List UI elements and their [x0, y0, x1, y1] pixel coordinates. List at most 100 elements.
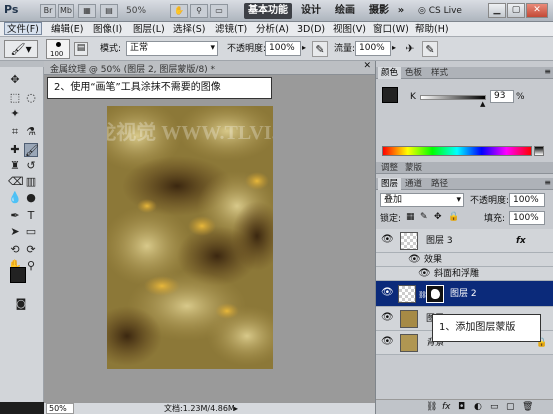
k-value-input[interactable]: 93	[490, 90, 514, 103]
healing-brush-tool-icon[interactable]: ✚	[8, 143, 22, 157]
link-layers-icon[interactable]: ⛓	[426, 402, 437, 412]
tab-masks[interactable]: 蒙版	[402, 162, 425, 174]
menu-3d[interactable]: 3D(D)	[297, 23, 325, 36]
screen-mode-button[interactable]: ▭	[210, 4, 228, 18]
delete-layer-icon[interactable]: 🗑	[522, 402, 533, 412]
brush-tool-icon[interactable]: 🖌	[24, 143, 39, 157]
eraser-tool-icon[interactable]: ⌫	[8, 175, 24, 189]
menu-select[interactable]: 选择(S)	[173, 23, 205, 36]
menu-image[interactable]: 图像(I)	[93, 23, 122, 36]
black-white-ramp[interactable]	[534, 146, 544, 156]
tab-adjustments[interactable]: 调整	[378, 162, 401, 174]
clone-stamp-tool-icon[interactable]: ♜	[8, 159, 22, 173]
workspace-painting[interactable]: 绘画	[332, 3, 358, 19]
tab-color[interactable]: 颜色	[378, 67, 402, 79]
opacity-input[interactable]: 100%	[265, 41, 301, 56]
menu-view[interactable]: 视图(V)	[333, 23, 366, 36]
status-zoom-input[interactable]: 50%	[46, 403, 74, 414]
tool-preset-picker[interactable]: 🖌▾	[4, 40, 38, 58]
brush-panel-toggle-icon[interactable]: ▤	[74, 42, 88, 56]
menu-window[interactable]: 窗口(W)	[373, 23, 409, 36]
workspace-photography[interactable]: 摄影	[366, 3, 392, 19]
add-style-icon[interactable]: fx	[442, 402, 451, 412]
bridge-button[interactable]: Br	[40, 4, 56, 18]
eye-icon[interactable]: 👁	[381, 235, 394, 245]
new-layer-icon[interactable]: ▢	[506, 402, 515, 412]
tab-swatches[interactable]: 色板	[402, 67, 425, 79]
close-document-icon[interactable]: ✕	[363, 61, 371, 71]
lasso-tool-icon[interactable]: ◌	[24, 91, 38, 105]
zoom-tool-icon[interactable]: ⚲	[24, 259, 38, 273]
more-workspaces-button[interactable]: »	[396, 3, 406, 19]
move-tool-icon[interactable]: ✥	[8, 73, 22, 87]
brush-preset-picker[interactable]: 100	[46, 39, 70, 59]
minimize-button[interactable]: ▁	[488, 3, 506, 18]
3d-camera-tool-icon[interactable]: ⟳	[24, 243, 38, 257]
lock-image-icon[interactable]: ✎	[420, 212, 428, 222]
k-slider-handle-icon[interactable]: ▲	[480, 100, 485, 108]
history-brush-tool-icon[interactable]: ↺	[24, 159, 38, 173]
document-tab[interactable]: 金属纹理 @ 50% (图层 2, 图层蒙版/8) * ✕	[44, 61, 375, 75]
quick-select-tool-icon[interactable]: ✦	[8, 107, 22, 121]
color-foreground-swatch[interactable]	[382, 87, 398, 103]
layer-effect-row[interactable]: 👁 斜面和浮雕	[376, 267, 553, 281]
menu-edit[interactable]: 编辑(E)	[51, 23, 83, 36]
status-menu-icon[interactable]: ▸	[234, 403, 238, 414]
menu-filter[interactable]: 滤镜(T)	[215, 23, 247, 36]
eye-icon[interactable]: 👁	[381, 313, 394, 323]
view-extras-button[interactable]: ▦	[78, 4, 96, 18]
flow-input[interactable]: 100%	[355, 41, 391, 56]
new-group-icon[interactable]: ▭	[490, 402, 499, 412]
pen-tool-icon[interactable]: ✒	[8, 209, 22, 223]
foreground-color-swatch[interactable]	[10, 267, 26, 283]
shape-tool-icon[interactable]: ▭	[24, 225, 38, 239]
zoom-level[interactable]: 50%	[126, 4, 166, 18]
blur-tool-icon[interactable]: 💧	[8, 191, 22, 205]
layer-opacity-input[interactable]: 100%	[509, 193, 545, 207]
layers-menu-icon[interactable]: ≡	[544, 178, 551, 187]
marquee-tool-icon[interactable]: ⬚	[8, 91, 22, 105]
3d-rotate-tool-icon[interactable]: ⟲	[8, 243, 22, 257]
eyedropper-tool-icon[interactable]: ⚗	[24, 125, 38, 139]
quick-mask-icon[interactable]: ◙	[14, 297, 28, 311]
menu-help[interactable]: 帮助(H)	[415, 23, 449, 36]
close-button[interactable]: ✕	[526, 3, 548, 18]
tab-channels[interactable]: 通道	[402, 178, 425, 190]
blend-mode-select[interactable]: 叠加 ▾	[380, 193, 464, 207]
menu-layer[interactable]: 图层(L)	[133, 23, 165, 36]
color-spectrum-bar[interactable]	[382, 146, 532, 156]
pen-pressure-opacity-icon[interactable]: ✎	[312, 41, 328, 57]
tools-panel-grip[interactable]	[0, 61, 44, 67]
mini-bridge-button[interactable]: Mb	[58, 4, 74, 18]
flow-slider-icon[interactable]: ▸	[392, 43, 396, 52]
menu-analysis[interactable]: 分析(A)	[256, 23, 289, 36]
eye-icon[interactable]: 👁	[408, 255, 421, 265]
menu-file[interactable]: 文件(F)	[4, 22, 42, 35]
layer-row-selected[interactable]: 👁 ⛓ 图层 2	[376, 281, 553, 307]
workspace-essentials[interactable]: 基本功能	[244, 3, 292, 19]
tab-styles[interactable]: 样式	[428, 67, 451, 79]
gradient-tool-icon[interactable]: ▥	[24, 175, 38, 189]
type-tool-icon[interactable]: T	[24, 209, 38, 223]
lock-transparent-icon[interactable]: ▦	[406, 212, 415, 222]
cs-live-button[interactable]: ◎ CS Live	[418, 4, 480, 18]
maximize-button[interactable]: ▢	[507, 3, 525, 18]
tab-paths[interactable]: 路径	[428, 178, 451, 190]
crop-tool-icon[interactable]: ⌗	[8, 125, 22, 139]
mode-select[interactable]: 正常 ▾	[126, 41, 218, 56]
fx-icon[interactable]: fx	[516, 235, 526, 247]
lock-position-icon[interactable]: ✥	[434, 212, 442, 222]
lock-all-icon[interactable]: 🔒	[448, 212, 459, 222]
path-selection-tool-icon[interactable]: ➤	[8, 225, 22, 239]
adjustment-layer-icon[interactable]: ◐	[474, 402, 482, 412]
dodge-tool-icon[interactable]: ●	[24, 191, 38, 205]
layer-effects-row[interactable]: 👁 效果	[376, 253, 553, 267]
fill-input[interactable]: 100%	[509, 211, 545, 225]
layer-row[interactable]: 👁 图层 3 fx	[376, 229, 553, 253]
document-canvas[interactable]: 腾龙视觉 WWW.TLVI.NET	[107, 106, 273, 369]
k-slider[interactable]	[420, 95, 486, 100]
layer-mask-thumbnail[interactable]	[426, 285, 444, 303]
eye-icon[interactable]: 👁	[381, 288, 394, 298]
tab-layers[interactable]: 图层	[378, 178, 402, 190]
hand-tool-button[interactable]: ✋	[170, 4, 188, 18]
